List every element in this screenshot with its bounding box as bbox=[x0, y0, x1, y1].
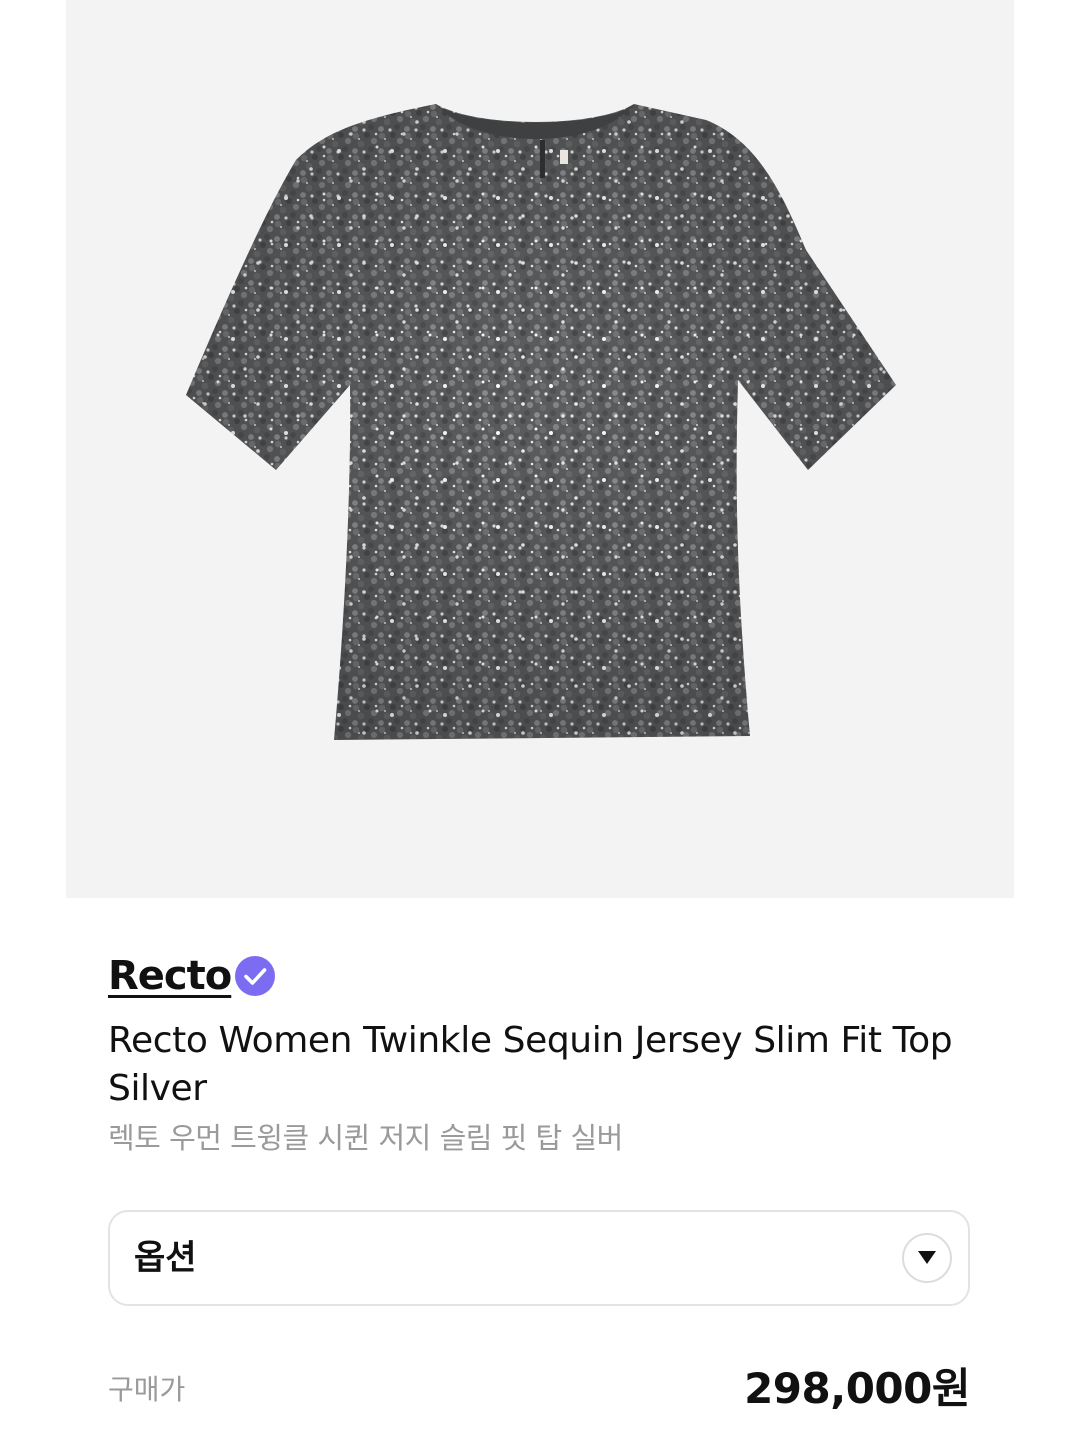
option-label: 옵션 bbox=[134, 1238, 197, 1278]
verified-check-icon bbox=[235, 956, 276, 996]
sequin-top-image bbox=[186, 104, 896, 740]
product-title: Recto Women Twinkle Sequin Jersey Slim F… bbox=[108, 1020, 953, 1109]
brand-row[interactable]: Recto bbox=[108, 950, 276, 1002]
option-select[interactable]: 옵션 bbox=[108, 1210, 970, 1306]
price-label: 구매가 bbox=[108, 1373, 186, 1406]
product-subtitle-korean: 렉토 우먼 트윙클 시퀸 저지 슬림 핏 탑 실버 bbox=[108, 1121, 623, 1155]
brand-name[interactable]: Recto bbox=[108, 950, 232, 1002]
price-value: 298,000원 bbox=[744, 1364, 970, 1413]
chevron-down-icon bbox=[918, 1251, 936, 1264]
option-dropdown-button[interactable] bbox=[902, 1233, 952, 1283]
product-image[interactable] bbox=[66, 0, 1014, 898]
